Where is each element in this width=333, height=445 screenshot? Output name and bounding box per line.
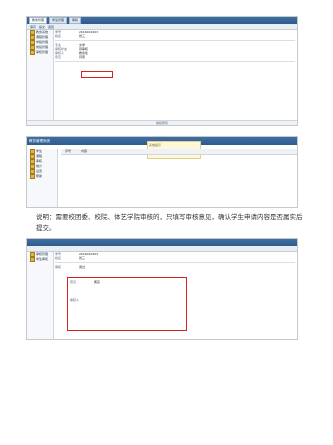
highlight-box: 意见 属实 审核人 xyxy=(67,277,187,331)
divider xyxy=(55,40,295,41)
save-button[interactable]: 保存 xyxy=(30,25,36,29)
form-row: 姓名 张三 xyxy=(55,256,86,260)
form-row: 审核人 xyxy=(70,298,80,302)
submit-button[interactable]: 提交 xyxy=(39,25,45,29)
folder-icon xyxy=(30,174,35,179)
column-header[interactable]: 内容 xyxy=(81,149,87,154)
sidebar-tree: 学生 课程 审核 统计 设置 帮助 xyxy=(27,149,58,207)
divider xyxy=(55,262,295,263)
screenshot-middle: 教务管理系统 系统提示 学生 课程 审核 统计 设置 帮助 序号 内容 xyxy=(26,136,298,208)
table-header: 序号 内容 xyxy=(61,149,297,155)
sidebar-tree: 审核管理 学生审核 xyxy=(27,252,54,339)
folder-icon xyxy=(30,257,35,262)
screenshot-top: 教务管理 学生管理 审核 保存 提交 返回 教务系统 课程管理 学籍管理 成绩管… xyxy=(26,16,298,126)
caption-text: 说明：需要校团委、校院、体艺学院审核的，只填写审核意见，确认学生申请内容是否属实… xyxy=(36,213,303,232)
back-button[interactable]: 返回 xyxy=(48,25,54,29)
tab-2[interactable]: 学生管理 xyxy=(49,17,68,24)
form-row: 姓名 张三 xyxy=(55,34,86,38)
tree-item[interactable]: 审核管理 xyxy=(27,50,53,55)
highlight-box xyxy=(81,71,113,78)
status-bar: 版权所有 xyxy=(27,120,297,125)
tab-1[interactable]: 教务管理 xyxy=(29,17,48,24)
tree-item[interactable]: 学生审核 xyxy=(27,257,53,262)
divider xyxy=(55,61,295,62)
sidebar-tree: 教务系统 课程管理 学籍管理 成绩管理 审核管理 xyxy=(27,30,54,125)
tab-3[interactable]: 审核 xyxy=(69,17,82,24)
form-row: 意见 同意 xyxy=(55,55,86,59)
column-header[interactable]: 序号 xyxy=(65,149,71,154)
screenshot-bottom: 审核管理 学生审核 学号 2016010203 姓名 张三 审核 通过 意见 属实 审核… xyxy=(26,238,298,340)
app-title: 教务管理系统 xyxy=(29,138,50,143)
title-bar: 教务管理 学生管理 审核 xyxy=(27,17,297,24)
form-row xyxy=(55,64,295,68)
title-bar xyxy=(27,239,297,246)
form-row: 审核 通过 xyxy=(55,265,86,269)
folder-icon xyxy=(30,50,35,55)
tree-item[interactable]: 帮助 xyxy=(27,174,57,179)
